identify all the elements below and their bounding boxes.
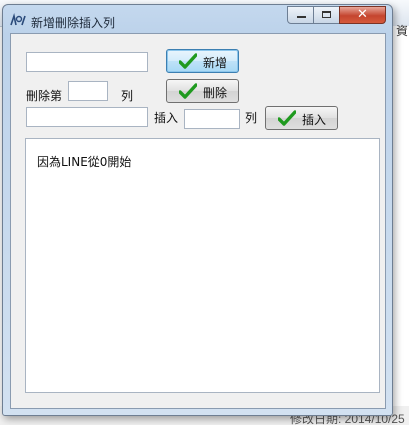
delete-row-prefix-label: 刪除第 bbox=[26, 89, 63, 103]
checkmark-icon bbox=[179, 83, 197, 99]
background-panel-text: 資 bbox=[396, 24, 409, 38]
dialog-window: 新增刪除插入列 ✕ 新增 刪除第 列 刪除 插入 列 插入 因為LINE從0開始 bbox=[2, 4, 393, 416]
insert-button[interactable]: 插入 bbox=[265, 106, 338, 130]
maximize-icon bbox=[322, 11, 331, 18]
new-row-input[interactable] bbox=[26, 52, 148, 72]
maximize-button[interactable] bbox=[313, 6, 340, 24]
delete-row-number-input[interactable] bbox=[68, 81, 108, 101]
app-icon bbox=[10, 13, 26, 26]
dialog-client-area: 新增 刪除第 列 刪除 插入 列 插入 因為LINE從0開始 bbox=[10, 33, 386, 409]
insert-row-suffix-label: 列 bbox=[245, 111, 258, 125]
title-bar[interactable]: 新增刪除插入列 ✕ bbox=[3, 5, 392, 33]
background-right-panel bbox=[392, 26, 409, 406]
close-button[interactable]: ✕ bbox=[339, 6, 386, 24]
add-button-label: 新增 bbox=[203, 56, 228, 70]
insert-row-number-input[interactable] bbox=[184, 109, 240, 129]
insert-button-label: 插入 bbox=[302, 113, 327, 127]
minimize-button[interactable] bbox=[287, 6, 314, 24]
delete-row-suffix-label: 列 bbox=[121, 89, 134, 103]
checkmark-icon bbox=[179, 53, 197, 69]
insert-content-input[interactable] bbox=[26, 107, 148, 127]
window-title: 新增刪除插入列 bbox=[31, 16, 116, 30]
delete-button[interactable]: 刪除 bbox=[166, 79, 239, 103]
minimize-icon bbox=[297, 16, 306, 18]
close-icon: ✕ bbox=[357, 7, 368, 22]
delete-button-label: 刪除 bbox=[203, 86, 228, 100]
checkmark-icon bbox=[278, 110, 296, 126]
insert-label: 插入 bbox=[154, 111, 179, 125]
memo-output[interactable]: 因為LINE從0開始 bbox=[25, 138, 380, 393]
memo-text-line: 因為LINE從0開始 bbox=[37, 155, 132, 169]
add-button[interactable]: 新增 bbox=[166, 49, 239, 73]
